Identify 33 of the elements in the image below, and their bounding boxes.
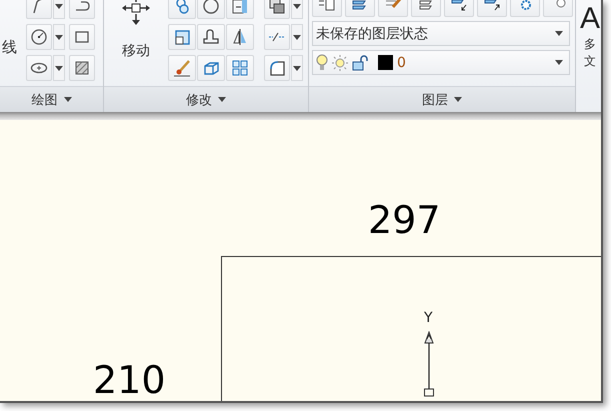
rectangle-icon[interactable] xyxy=(69,24,95,50)
stretch-icon[interactable] xyxy=(197,24,225,50)
unlocked-padlock-icon xyxy=(352,54,370,70)
tool-label: 线 xyxy=(2,38,17,56)
tool-label: 文 xyxy=(584,53,596,70)
dimension-label: 210 xyxy=(93,360,166,400)
panel-title[interactable]: 修改 xyxy=(104,86,308,112)
dimension-label: 297 xyxy=(368,200,441,240)
axis-label: Y xyxy=(424,310,433,326)
layer-dropdown[interactable]: 0 xyxy=(312,50,570,75)
rotate-icon[interactable] xyxy=(197,0,225,19)
array-icon[interactable] xyxy=(226,55,254,81)
brush-icon[interactable] xyxy=(168,55,196,81)
move-arrows-icon xyxy=(121,0,151,26)
layers-icon[interactable] xyxy=(264,0,290,19)
panel-title[interactable]: 图层 xyxy=(309,86,575,112)
polyline-icon[interactable] xyxy=(26,0,52,19)
spline-icon[interactable] xyxy=(69,0,95,19)
move-button[interactable]: 移动 xyxy=(110,0,162,76)
copy-icon[interactable] xyxy=(168,0,196,19)
box-icon[interactable] xyxy=(197,55,225,81)
layer-state-dropdown[interactable]: 未保存的图层状态 xyxy=(312,21,570,46)
text-tool-letter: A xyxy=(580,2,600,36)
trim-icon[interactable] xyxy=(226,0,254,19)
fillet-icon[interactable] xyxy=(264,55,290,81)
tool-label: 多 xyxy=(584,36,596,53)
offset-icon[interactable] xyxy=(168,24,196,50)
sun-icon xyxy=(332,54,348,70)
y-axis-arrow xyxy=(423,331,435,397)
hatch-icon[interactable] xyxy=(69,55,95,81)
layer-color-swatch xyxy=(378,55,393,70)
panel-title[interactable]: 绘图 xyxy=(0,86,103,112)
mirror-icon[interactable] xyxy=(226,24,254,50)
